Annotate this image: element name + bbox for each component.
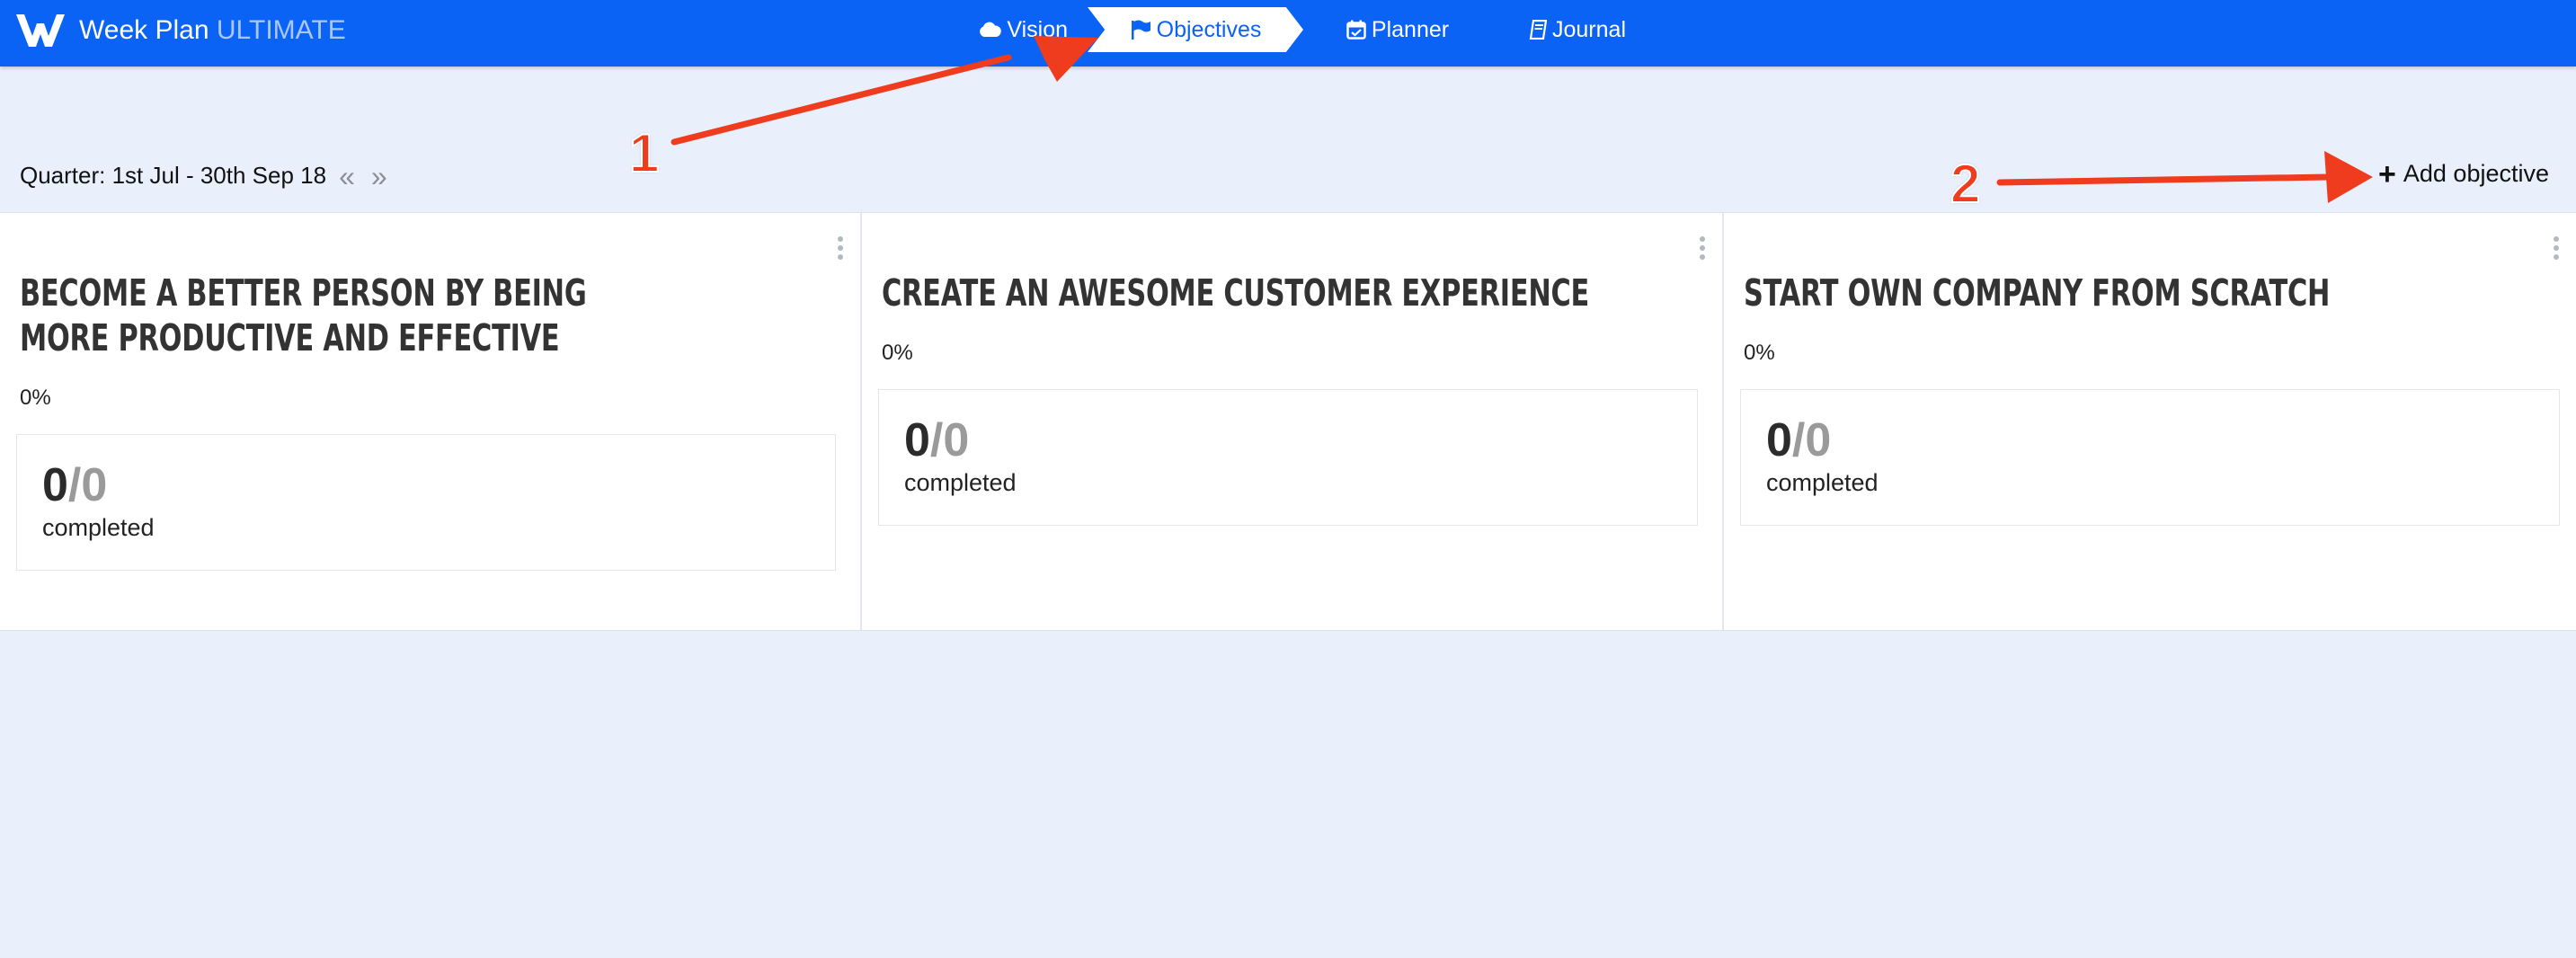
objective-card[interactable]: Start own company from scratch 0% 0/0 co… (1724, 213, 2576, 630)
objective-title: Create an awesome customer experience (882, 271, 1590, 315)
top-navigation-bar: Week Plan ULTIMATE Vision Objectives Pla… (0, 0, 2576, 67)
objectives-list: Become a better person by being more pro… (0, 212, 2576, 631)
completed-label: completed (42, 514, 155, 541)
objective-progress-percent: 0% (20, 386, 51, 410)
annotation-arrow-2 (1996, 151, 2373, 203)
annotation-label-1: 1 (628, 122, 660, 184)
tab-objectives-label: Objectives (1156, 16, 1262, 42)
completion-stat-box: 0/0 completed (878, 389, 1698, 526)
plus-icon: + (2378, 156, 2396, 191)
completion-count: 0/0 (904, 417, 1672, 464)
objective-title: Start own company from scratch (1744, 271, 2331, 315)
double-chevron-right-icon[interactable]: » (371, 162, 387, 191)
quarter-label: Quarter: 1st Jul - 30th Sep 18 (20, 162, 327, 189)
main-nav: Vision Objectives Planner Journal (953, 7, 1663, 52)
objective-progress-percent: 0% (882, 341, 913, 365)
quarter-selector: Quarter: 1st Jul - 30th Sep 18 « » (20, 162, 387, 191)
completed-label: completed (1766, 469, 1879, 496)
tab-journal-label: Journal (1552, 16, 1626, 42)
tab-vision[interactable]: Vision (953, 7, 1088, 52)
completed-count: 0 (904, 414, 930, 466)
objective-card[interactable]: Become a better person by being more pro… (0, 213, 862, 630)
add-objective-button[interactable]: + Add objective (2378, 156, 2549, 191)
app-name: Week Plan (79, 15, 209, 45)
tab-planner-label: Planner (1371, 16, 1450, 42)
tab-objectives[interactable]: Objectives (1088, 7, 1303, 52)
tab-journal[interactable]: Journal (1492, 7, 1663, 52)
annotation-label-2: 2 (1950, 153, 1981, 215)
app-title: Week Plan ULTIMATE (79, 13, 346, 49)
objective-progress-percent: 0% (1744, 341, 1775, 365)
tab-vision-label: Vision (1007, 16, 1068, 42)
objective-card[interactable]: Create an awesome customer experience 0%… (862, 213, 1724, 630)
week-plan-logo-icon[interactable] (14, 9, 67, 52)
completion-count: 0/0 (1766, 417, 2534, 464)
completed-label: completed (904, 469, 1017, 496)
more-options-icon[interactable] (2553, 236, 2560, 260)
tab-planner[interactable]: Planner (1303, 7, 1492, 52)
book-icon (1529, 20, 1547, 40)
total-count: /0 (67, 459, 108, 511)
objective-title: Become a better person by being more pro… (20, 271, 587, 359)
total-count: /0 (929, 414, 970, 466)
completed-count: 0 (42, 459, 68, 511)
flag-icon (1131, 20, 1150, 40)
calendar-check-icon (1346, 20, 1366, 40)
more-options-icon[interactable] (837, 236, 844, 260)
add-objective-label: Add objective (2403, 160, 2549, 187)
app-edition: ULTIMATE (216, 15, 346, 45)
total-count: /0 (1791, 414, 1832, 466)
more-options-icon[interactable] (1699, 236, 1706, 260)
completion-count: 0/0 (42, 462, 810, 509)
completion-stat-box: 0/0 completed (16, 434, 836, 571)
completed-count: 0 (1766, 414, 1792, 466)
completion-stat-box: 0/0 completed (1740, 389, 2560, 526)
double-chevron-left-icon[interactable]: « (339, 162, 355, 191)
cloud-icon (980, 22, 1002, 37)
